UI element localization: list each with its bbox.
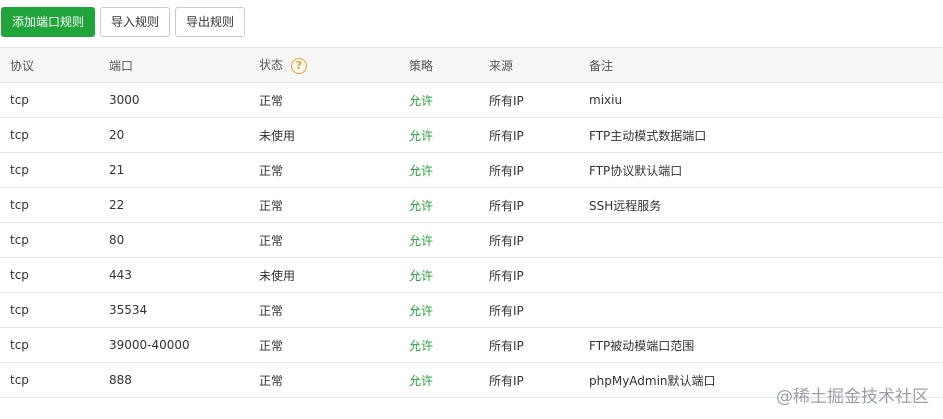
cell-port: 888 — [109, 373, 132, 387]
cell-policy[interactable]: 允许 — [399, 258, 479, 293]
table-row: tcp 20 未使用 允许 所有IP FTP主动模式数据端口 — [0, 117, 943, 153]
table-row: tcp 22 正常 允许 所有IP SSH远程服务 — [0, 187, 943, 223]
cell-status: 正常 — [259, 233, 284, 248]
cell-status: 未使用 — [259, 128, 296, 143]
cell-remark: SSH远程服务 — [589, 198, 662, 213]
cell-protocol: tcp — [10, 373, 29, 387]
cell-status: 正常 — [259, 93, 284, 108]
cell-status: 正常 — [259, 303, 284, 318]
cell-remark — [579, 223, 943, 258]
cell-status: 正常 — [259, 163, 284, 178]
cell-protocol: tcp — [10, 93, 29, 107]
cell-port: 20 — [109, 128, 125, 142]
header-port: 端口 — [109, 58, 134, 73]
cell-remark: FTP协议默认端口 — [589, 163, 683, 178]
toolbar: 添加端口规则 导入规则 导出规则 — [0, 7, 250, 37]
header-status-label: 状态 — [259, 58, 284, 73]
cell-source: 所有IP — [489, 233, 524, 248]
cell-protocol: tcp — [10, 303, 29, 317]
cell-source: 所有IP — [489, 198, 524, 213]
table-row: tcp 3000 正常 允许 所有IP mixiu — [0, 82, 943, 118]
cell-source: 所有IP — [489, 303, 524, 318]
cell-source: 所有IP — [489, 373, 524, 388]
cell-source: 所有IP — [489, 268, 524, 283]
cell-remark — [579, 293, 943, 328]
cell-port: 22 — [109, 198, 125, 212]
cell-source: 所有IP — [489, 128, 524, 143]
cell-port: 3000 — [109, 93, 140, 107]
cell-port: 39000-40000 — [109, 338, 190, 352]
cell-status: 未使用 — [259, 268, 296, 283]
cell-remark: FTP主动模式数据端口 — [589, 128, 707, 143]
port-rules-table: 协议 端口 状态 ? 策略 来源 备注 tcp 3000 正常 允许 所有IP … — [0, 47, 943, 398]
table-row: tcp 39000-40000 正常 允许 所有IP FTP被动模端口范围 — [0, 327, 943, 363]
cell-policy[interactable]: 允许 — [399, 328, 479, 363]
table-row: tcp 443 未使用 允许 所有IP — [0, 257, 943, 293]
import-rules-button[interactable]: 导入规则 — [100, 7, 171, 37]
cell-policy[interactable]: 允许 — [399, 293, 479, 328]
cell-port: 35534 — [109, 303, 148, 317]
cell-source: 所有IP — [489, 338, 524, 353]
add-port-rule-button[interactable]: 添加端口规则 — [1, 7, 96, 37]
table-row: tcp 35534 正常 允许 所有IP — [0, 292, 943, 328]
cell-policy[interactable]: 允许 — [399, 118, 479, 153]
cell-protocol: tcp — [10, 338, 29, 352]
cell-protocol: tcp — [10, 268, 29, 282]
cell-status: 正常 — [259, 373, 284, 388]
cell-protocol: tcp — [10, 163, 29, 177]
table-row: tcp 21 正常 允许 所有IP FTP协议默认端口 — [0, 152, 943, 188]
header-protocol: 协议 — [10, 58, 35, 73]
cell-policy[interactable]: 允许 — [399, 363, 479, 398]
export-rules-button[interactable]: 导出规则 — [175, 7, 246, 37]
cell-policy[interactable]: 允许 — [399, 223, 479, 258]
header-remark: 备注 — [589, 58, 614, 73]
cell-policy[interactable]: 允许 — [399, 153, 479, 188]
cell-protocol: tcp — [10, 198, 29, 212]
cell-policy[interactable]: 允许 — [399, 83, 479, 118]
cell-port: 21 — [109, 163, 125, 177]
cell-remark: FTP被动模端口范围 — [589, 338, 695, 353]
cell-port: 443 — [109, 268, 132, 282]
table-header-row: 协议 端口 状态 ? 策略 来源 备注 — [0, 47, 943, 83]
cell-port: 80 — [109, 233, 125, 247]
cell-status: 正常 — [259, 198, 284, 213]
cell-policy[interactable]: 允许 — [399, 188, 479, 223]
header-source: 来源 — [489, 58, 514, 73]
question-circle-icon[interactable]: ? — [290, 57, 307, 74]
header-policy: 策略 — [409, 58, 434, 73]
watermark: @稀土掘金技术社区 — [776, 382, 929, 407]
cell-source: 所有IP — [489, 163, 524, 178]
watermark-text: @稀土掘金技术社区 — [776, 387, 929, 407]
header-status: 状态 ? — [249, 48, 399, 83]
table-row: tcp 80 正常 允许 所有IP — [0, 222, 943, 258]
cell-protocol: tcp — [10, 128, 29, 142]
cell-status: 正常 — [259, 338, 284, 353]
cell-remark: mixiu — [589, 93, 623, 107]
cell-remark — [579, 258, 943, 293]
cell-source: 所有IP — [489, 93, 524, 108]
cell-protocol: tcp — [10, 233, 29, 247]
